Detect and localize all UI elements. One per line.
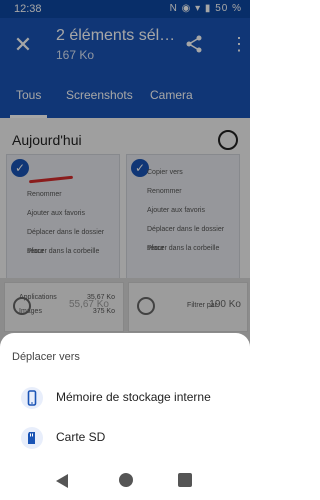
- home-icon[interactable]: [119, 473, 133, 487]
- option-internal-storage[interactable]: Mémoire de stockage interne: [0, 381, 250, 413]
- sheet-title: Déplacer vers: [12, 351, 80, 363]
- system-nav-bar: [0, 462, 250, 500]
- scrim[interactable]: [0, 0, 250, 370]
- phone-icon: [21, 387, 43, 409]
- option-label: Carte SD: [56, 430, 106, 444]
- back-icon[interactable]: [56, 474, 68, 488]
- option-label: Mémoire de stockage interne: [56, 390, 211, 404]
- option-sd-card[interactable]: Carte SD: [0, 421, 250, 453]
- sd-card-icon: [21, 427, 43, 449]
- recent-apps-icon[interactable]: [178, 473, 192, 487]
